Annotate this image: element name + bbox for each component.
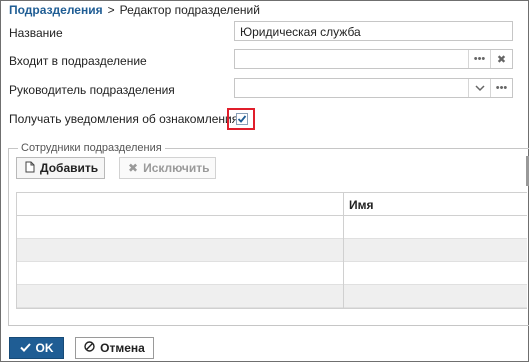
table-row[interactable] [17,285,527,308]
column-header-name[interactable]: Имя [349,198,374,212]
parent-field[interactable]: ••• ✖ [234,49,513,69]
notify-highlight [227,108,255,130]
breadcrumb: Подразделения > Редактор подразделений [9,3,260,17]
add-button-label: Добавить [40,161,99,175]
chevron-down-icon[interactable] [468,79,490,97]
ellipsis-icon[interactable]: ••• [490,79,512,97]
exclude-button[interactable]: ✖ Исключить [119,157,216,179]
manager-label: Руководитель подразделения [9,83,175,97]
cancel-button-label: Отмена [100,341,145,355]
employees-table: Имя [16,192,527,309]
table-row[interactable] [17,216,527,239]
close-icon: ✖ [128,161,139,175]
close-icon[interactable]: ✖ [490,50,512,68]
notify-label: Получать уведомления об ознакомлениях [9,112,245,126]
ok-button[interactable]: OK [9,337,64,359]
table-header: Имя [17,193,527,216]
breadcrumb-current: Редактор подразделений [119,3,260,17]
table-row[interactable] [17,262,527,285]
document-icon [25,161,35,176]
checkmark-icon [237,115,247,123]
table-row[interactable] [17,239,527,262]
name-field[interactable]: Юридическая служба [234,21,513,41]
notify-checkbox[interactable] [236,113,248,125]
add-button[interactable]: Добавить [16,157,105,179]
ban-icon [84,341,95,355]
ellipsis-icon[interactable]: ••• [468,50,490,68]
employees-legend: Сотрудники подразделения [18,142,165,154]
parent-label: Входит в подразделение [9,54,147,68]
manager-field[interactable]: ••• [234,78,513,98]
name-value: Юридическая служба [240,25,361,39]
column-divider [343,193,344,308]
breadcrumb-root[interactable]: Подразделения [9,3,103,17]
ok-button-label: OK [35,341,54,355]
checkmark-icon [19,341,31,355]
breadcrumb-separator: > [107,3,115,17]
exclude-button-label: Исключить [143,161,210,175]
cancel-button[interactable]: Отмена [75,337,154,359]
name-label: Название [9,26,63,40]
